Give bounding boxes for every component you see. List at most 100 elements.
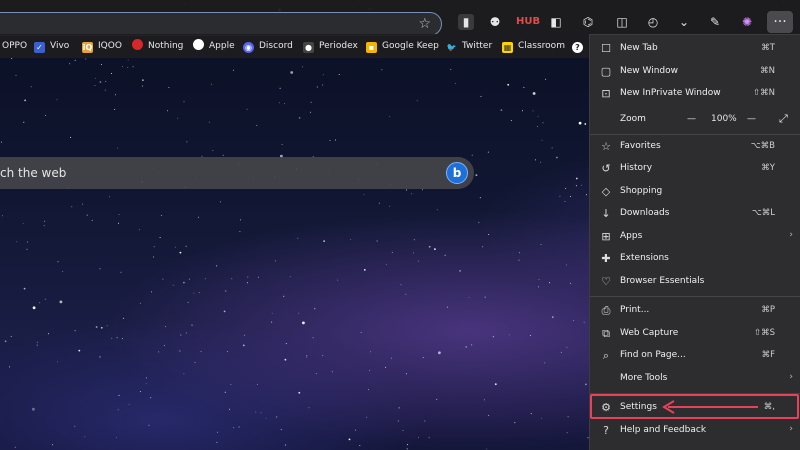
favorite-star-icon[interactable]: ☆ — [418, 16, 431, 32]
menu-item-more-tools[interactable]: More Tools › — [590, 368, 800, 390]
star — [444, 254, 446, 256]
overflow-bookmark-icon: ? — [572, 42, 583, 53]
star — [541, 417, 542, 419]
menu-item-print[interactable]: ⎙ Print... ⌘P — [590, 300, 800, 322]
bookmark-classroom[interactable]: ▦ Classroom — [502, 39, 565, 53]
star — [44, 115, 46, 116]
bookmark-vivo[interactable]: ✓ Vivo — [34, 39, 69, 53]
menu-item-shopping[interactable]: ◇ Shopping — [590, 181, 800, 203]
star — [535, 159, 536, 161]
fullscreen-icon[interactable]: ⤢ — [779, 112, 788, 126]
bookmark-overflow[interactable]: ? — [572, 39, 588, 53]
star — [151, 291, 153, 293]
star — [402, 430, 404, 432]
star — [367, 389, 369, 391]
star — [222, 154, 224, 156]
extension-hub-icon[interactable]: HUB — [516, 14, 540, 30]
profile-icon[interactable]: ✺ — [739, 14, 755, 30]
star — [132, 66, 134, 68]
star — [422, 357, 424, 358]
extension-window-icon[interactable]: ◧ — [548, 14, 564, 30]
star — [566, 346, 568, 348]
star — [36, 341, 38, 343]
star — [482, 246, 484, 248]
shopping-tag-icon: ◇ — [601, 185, 611, 198]
address-bar[interactable]: ☆ — [0, 12, 442, 36]
star — [530, 413, 532, 415]
menu-item-help-and-feedback[interactable]: ? Help and Feedback › — [590, 420, 800, 442]
star — [405, 373, 407, 375]
split-screen-icon[interactable]: ◫ — [614, 14, 630, 30]
bookmark-discord[interactable]: ◉ Discord — [243, 39, 293, 53]
star — [271, 312, 273, 314]
star — [370, 351, 372, 353]
star — [74, 59, 76, 61]
star — [484, 296, 486, 298]
star — [127, 59, 129, 61]
periodex-icon: ● — [303, 42, 314, 53]
star — [239, 231, 241, 233]
history-icon[interactable]: ◴ — [645, 14, 661, 30]
web-search-box[interactable]: ch the web b — [0, 157, 474, 189]
bookmark-nothing[interactable]: Nothing — [132, 39, 183, 53]
star — [243, 334, 245, 336]
zoom-out-button[interactable]: — — [687, 114, 696, 124]
menu-item-new-inprivate-window[interactable]: ⊡ New InPrivate Window ⇧⌘N — [590, 83, 800, 105]
menu-item-apps[interactable]: ⊞ Apps › — [590, 226, 800, 248]
star — [231, 278, 233, 280]
copilot-icon[interactable]: ✎ — [707, 14, 723, 30]
star — [285, 343, 287, 345]
star — [538, 279, 540, 281]
menu-item-shortcut: ⌘Y — [761, 163, 775, 173]
star — [100, 64, 102, 65]
star — [338, 74, 340, 75]
star — [197, 216, 199, 218]
extension-reader-icon[interactable]: ▮ — [458, 14, 474, 30]
bookmark-periodex[interactable]: ● Periodex — [303, 39, 358, 53]
iqoo-icon: iQ — [82, 42, 93, 53]
star — [118, 214, 120, 215]
star — [424, 420, 426, 422]
star — [575, 185, 577, 187]
bookmark-twitter[interactable]: 🐦 Twitter — [446, 39, 493, 53]
heart-pulse-icon: ♡ — [601, 275, 611, 288]
star — [160, 215, 162, 217]
menu-item-new-tab[interactable]: ☐ New Tab ⌘T — [590, 38, 800, 60]
star — [583, 321, 585, 323]
star — [436, 209, 438, 211]
menu-item-favorites[interactable]: ☆ Favorites ⌥⌘B — [590, 136, 800, 158]
menu-item-extensions[interactable]: ✚ Extensions — [590, 248, 800, 270]
printer-icon: ⎙ — [601, 304, 611, 317]
menu-item-downloads[interactable]: ↓ Downloads ⌥⌘L — [590, 203, 800, 225]
bookmark-apple[interactable]: Apple — [193, 39, 235, 53]
extension-puzzle-icon[interactable]: ⌬ — [580, 14, 596, 30]
star — [306, 355, 308, 357]
submenu-arrow-icon: › — [789, 372, 793, 382]
menu-item-new-window[interactable]: ▢ New Window ⌘N — [590, 61, 800, 83]
star — [91, 219, 93, 221]
downloads-icon[interactable]: ⌄ — [676, 14, 692, 30]
star — [298, 117, 301, 119]
bookmark-oppo[interactable]: OPPO — [2, 39, 27, 53]
bookmark-iqoo[interactable]: iQ IQOO — [82, 39, 122, 53]
star — [14, 446, 16, 448]
star — [359, 445, 361, 446]
more-menu-icon[interactable]: ··· — [767, 11, 793, 33]
star — [540, 244, 542, 246]
star — [4, 340, 7, 343]
menu-item-browser-essentials[interactable]: ♡ Browser Essentials — [590, 271, 800, 293]
bookmark-label: Discord — [259, 41, 293, 51]
extension-bot-icon[interactable]: ⚉ — [487, 14, 503, 30]
star — [280, 429, 282, 431]
menu-item-history[interactable]: ↺ History ⌘Y — [590, 158, 800, 180]
star — [570, 196, 571, 197]
zoom-in-button[interactable]: — — [747, 114, 756, 124]
menu-item-find-on-page[interactable]: ⌕ Find on Page... ⌘F — [590, 345, 800, 367]
menu-item-web-capture[interactable]: ⧉ Web Capture ⇧⌘S — [590, 323, 800, 345]
star — [570, 282, 572, 284]
menu-item-label: New InPrivate Window — [620, 88, 721, 98]
bing-icon[interactable]: b — [446, 162, 468, 184]
bookmark-google-keep[interactable]: ▪ Google Keep — [366, 39, 439, 53]
star — [532, 110, 534, 112]
star — [10, 335, 12, 337]
